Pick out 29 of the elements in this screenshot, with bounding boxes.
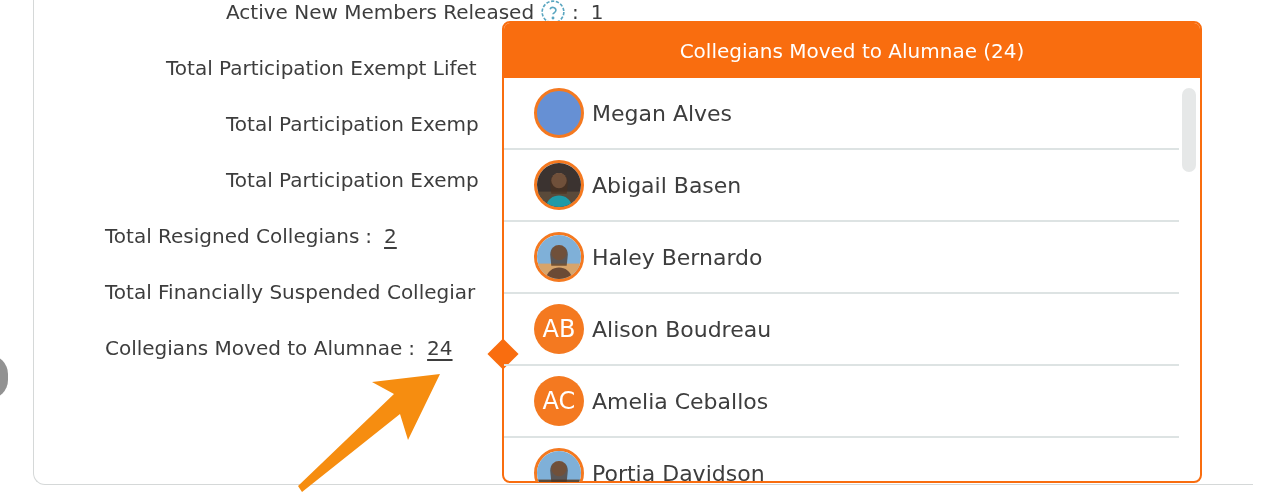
stat-label: Collegians Moved to Alumnae: [105, 335, 403, 362]
member-name: Haley Bernardo: [592, 243, 763, 272]
member-row[interactable]: Portia Davidson: [504, 438, 1179, 482]
stat-label: Total Participation Exemp: [226, 111, 479, 138]
count-link[interactable]: 2: [384, 221, 397, 251]
member-name: Abigail Basen: [592, 171, 742, 200]
stat-label: Total Financially Suspended Collegiar: [105, 279, 476, 306]
stat-label: Total Participation Exemp: [226, 167, 479, 194]
popover-title: Collegians Moved to Alumnae (24): [679, 37, 1025, 65]
avatar: AB: [534, 304, 584, 354]
colon: :: [365, 223, 373, 250]
stat-label: Total Participation Exempt Lifet: [166, 55, 477, 82]
count-value: 1: [590, 0, 604, 26]
stat-label: Active New Members Released: [226, 0, 535, 26]
member-row[interactable]: AC Amelia Ceballos: [504, 366, 1179, 438]
member-name: Amelia Ceballos: [592, 387, 769, 416]
member-name: Portia Davidson: [592, 459, 765, 482]
stat-label: Total Resigned Collegians: [105, 223, 360, 250]
member-name: Megan Alves: [592, 99, 733, 128]
avatar: [534, 88, 584, 138]
member-name: Alison Boudreau: [592, 315, 772, 344]
avatar: AC: [534, 376, 584, 426]
member-row[interactable]: Abigail Basen: [504, 150, 1179, 222]
count-link[interactable]: 24: [427, 333, 453, 363]
colon: :: [572, 0, 579, 26]
member-row[interactable]: Megan Alves: [504, 78, 1179, 150]
member-row[interactable]: Haley Bernardo: [504, 222, 1179, 294]
colon: :: [408, 335, 416, 362]
member-row[interactable]: AB Alison Boudreau: [504, 294, 1179, 366]
